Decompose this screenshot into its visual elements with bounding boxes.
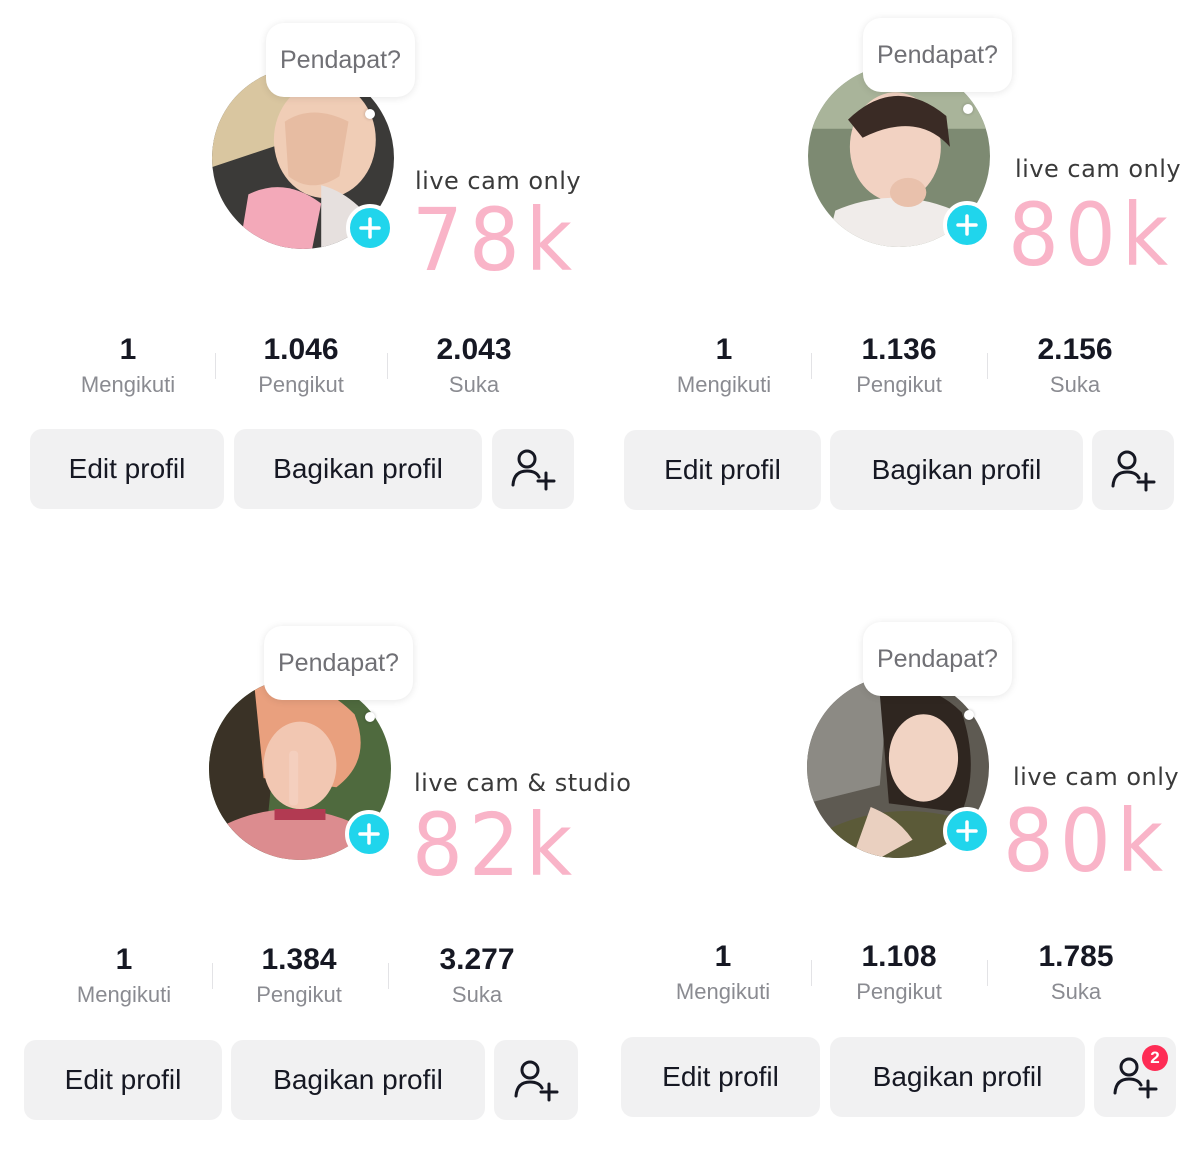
stat-value: 1.136 bbox=[861, 333, 937, 366]
note-bubble-text: Pendapat? bbox=[280, 45, 401, 74]
stat-label: Mengikuti bbox=[76, 982, 172, 1007]
stat-value: 1.785 bbox=[1038, 940, 1114, 973]
note-bubble-text: Pendapat? bbox=[877, 644, 998, 673]
stat-label: Suka bbox=[448, 372, 500, 397]
bubble-dot bbox=[365, 712, 375, 722]
stat-likes[interactable]: 3.277 Suka bbox=[392, 940, 562, 1008]
tagline: live cam only bbox=[1015, 155, 1182, 183]
stat-followers[interactable]: 1.136 Pengikut bbox=[814, 330, 984, 398]
add-story-button[interactable] bbox=[943, 201, 991, 249]
plus-icon bbox=[359, 217, 381, 239]
stat-divider bbox=[388, 963, 389, 989]
add-friend-button[interactable] bbox=[494, 1040, 578, 1120]
add-friend-button[interactable] bbox=[492, 429, 574, 509]
tagline: live cam only bbox=[1013, 763, 1180, 791]
note-bubble[interactable]: Pendapat? bbox=[264, 626, 413, 700]
share-profile-label: Bagikan profil bbox=[871, 454, 1042, 485]
edit-profile-button[interactable]: Edit profil bbox=[621, 1037, 820, 1117]
add-friend-icon bbox=[1111, 450, 1156, 492]
share-profile-button[interactable]: Bagikan profil bbox=[830, 430, 1083, 510]
highlight-number: 80k bbox=[1008, 185, 1175, 286]
stat-value: 2.156 bbox=[1037, 333, 1113, 366]
profile-panel-2: Pendapat? live cam only 80k 1 Mengikuti … bbox=[615, 15, 1181, 535]
stat-followers[interactable]: 1.046 Pengikut bbox=[216, 330, 386, 398]
stat-value: 1.384 bbox=[261, 943, 337, 976]
highlight-number: 78k bbox=[412, 190, 579, 291]
plus-icon bbox=[956, 214, 978, 236]
stat-value: 1.108 bbox=[861, 940, 937, 973]
tagline: live cam & studio bbox=[414, 769, 632, 797]
stat-label: Suka bbox=[1049, 372, 1101, 397]
friend-request-badge: 2 bbox=[1142, 1045, 1168, 1071]
stat-value: 1 bbox=[714, 940, 732, 973]
stat-divider bbox=[212, 963, 213, 989]
plus-icon bbox=[956, 820, 978, 842]
stat-value: 1.046 bbox=[263, 333, 339, 366]
highlight-number: 80k bbox=[1003, 791, 1170, 892]
edit-profile-label: Edit profil bbox=[68, 453, 186, 484]
stat-divider bbox=[811, 353, 812, 379]
add-story-button[interactable] bbox=[345, 810, 393, 858]
stat-value: 1 bbox=[115, 943, 133, 976]
stat-divider bbox=[987, 960, 988, 986]
bubble-dot bbox=[963, 104, 973, 114]
note-bubble[interactable]: Pendapat? bbox=[266, 23, 415, 97]
note-bubble-text: Pendapat? bbox=[278, 648, 399, 677]
share-profile-button[interactable]: Bagikan profil bbox=[830, 1037, 1085, 1117]
edit-profile-button[interactable]: Edit profil bbox=[30, 429, 224, 509]
profile-panel-1: Pendapat? live cam only 78k 1 Mengikuti … bbox=[20, 15, 581, 535]
stat-label: Mengikuti bbox=[80, 372, 176, 397]
add-friend-button[interactable] bbox=[1092, 430, 1174, 510]
note-bubble[interactable]: Pendapat? bbox=[863, 18, 1012, 92]
edit-profile-button[interactable]: Edit profil bbox=[24, 1040, 222, 1120]
edit-profile-label: Edit profil bbox=[664, 454, 781, 485]
add-friend-icon bbox=[514, 1060, 559, 1102]
stat-label: Pengikut bbox=[856, 979, 942, 1004]
share-profile-button[interactable]: Bagikan profil bbox=[231, 1040, 485, 1120]
share-profile-label: Bagikan profil bbox=[872, 1061, 1043, 1092]
add-story-button[interactable] bbox=[346, 204, 394, 252]
stat-divider bbox=[387, 353, 388, 379]
stat-followers[interactable]: 1.384 Pengikut bbox=[214, 940, 384, 1008]
stat-label: Mengikuti bbox=[676, 372, 772, 397]
note-bubble[interactable]: Pendapat? bbox=[863, 622, 1012, 696]
stat-value: 2.043 bbox=[436, 333, 512, 366]
stat-label: Suka bbox=[451, 982, 503, 1007]
stat-likes[interactable]: 2.156 Suka bbox=[990, 330, 1160, 398]
edit-profile-button[interactable]: Edit profil bbox=[624, 430, 821, 510]
stat-label: Pengikut bbox=[256, 982, 342, 1007]
stat-following[interactable]: 1 Mengikuti bbox=[39, 940, 209, 1008]
plus-icon bbox=[358, 823, 380, 845]
add-friend-button[interactable]: 2 bbox=[1094, 1037, 1176, 1117]
stat-label: Suka bbox=[1050, 979, 1102, 1004]
stat-followers[interactable]: 1.108 Pengikut bbox=[814, 937, 984, 1005]
stat-label: Pengikut bbox=[258, 372, 344, 397]
share-profile-label: Bagikan profil bbox=[273, 1064, 443, 1095]
stat-value: 1 bbox=[715, 333, 733, 366]
stat-following[interactable]: 1 Mengikuti bbox=[638, 937, 808, 1005]
stat-divider bbox=[987, 353, 988, 379]
share-profile-button[interactable]: Bagikan profil bbox=[234, 429, 482, 509]
stat-following[interactable]: 1 Mengikuti bbox=[639, 330, 809, 398]
stat-likes[interactable]: 2.043 Suka bbox=[389, 330, 559, 398]
bubble-dot bbox=[964, 710, 974, 720]
profile-panel-4: Pendapat? live cam only 80k 1 Mengikuti … bbox=[615, 620, 1179, 1140]
profile-panel-3: Pendapat? live cam & studio 82k 1 Mengik… bbox=[15, 620, 631, 1140]
highlight-number: 82k bbox=[412, 795, 579, 896]
stat-value: 3.277 bbox=[439, 943, 515, 976]
share-profile-label: Bagikan profil bbox=[273, 453, 443, 484]
stat-value: 1 bbox=[119, 333, 137, 366]
add-story-button[interactable] bbox=[943, 807, 991, 855]
stat-following[interactable]: 1 Mengikuti bbox=[43, 330, 213, 398]
note-bubble-text: Pendapat? bbox=[877, 40, 998, 69]
bubble-dot bbox=[365, 109, 375, 119]
stat-label: Pengikut bbox=[856, 372, 942, 397]
stat-likes[interactable]: 1.785 Suka bbox=[991, 937, 1161, 1005]
edit-profile-label: Edit profil bbox=[662, 1061, 779, 1092]
stat-label: Mengikuti bbox=[675, 979, 771, 1004]
stat-divider bbox=[811, 960, 812, 986]
add-friend-icon bbox=[511, 449, 556, 491]
edit-profile-label: Edit profil bbox=[64, 1064, 182, 1095]
